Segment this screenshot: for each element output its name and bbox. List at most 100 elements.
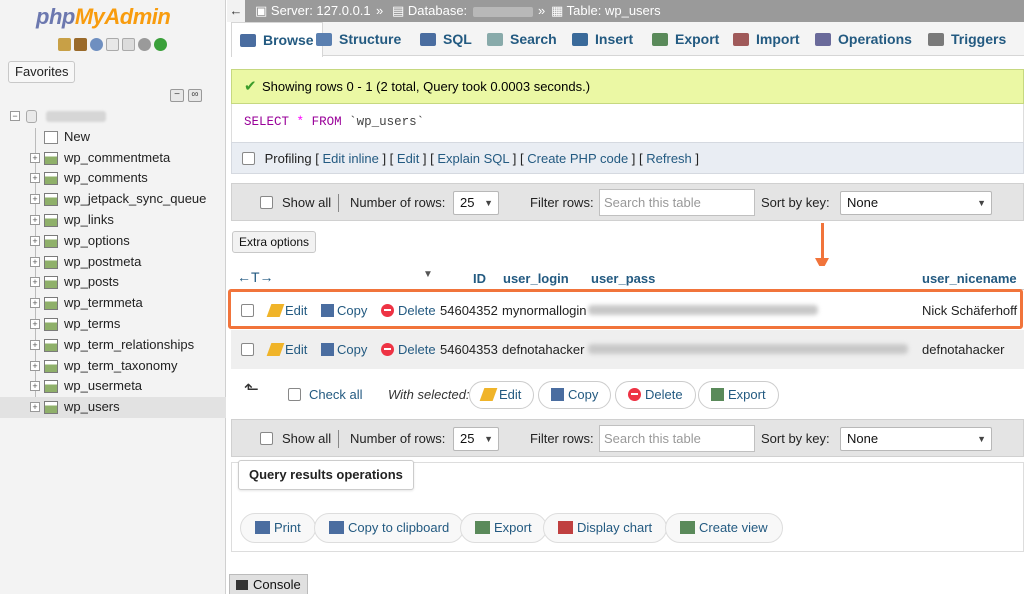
tab-insert[interactable]: Insert (572, 22, 633, 56)
sort-triangle-icon[interactable]: ▼ (423, 269, 433, 280)
display-chart-button[interactable]: Display chart (543, 513, 668, 543)
tree-table-item[interactable]: + wp_term_relationships (0, 335, 226, 356)
tree-table-item[interactable]: + wp_term_taxonomy (0, 356, 226, 377)
table-icon[interactable] (44, 401, 58, 415)
print-button[interactable]: Print (240, 513, 316, 543)
phpmyadmin-logo[interactable]: phpMyAdmin (36, 4, 171, 30)
profiling-link[interactable]: Create PHP code (527, 151, 628, 166)
bulk-delete-button[interactable]: Delete (615, 381, 696, 409)
column-header-id[interactable]: ID (473, 271, 486, 286)
number-of-rows-select[interactable]: 25 ▼ (453, 191, 499, 215)
bulk-copy-button[interactable]: Copy (538, 381, 612, 409)
tree-table-item[interactable]: + wp_links (0, 210, 226, 231)
show-all-checkbox[interactable] (260, 196, 273, 209)
tree-database[interactable]: − (0, 106, 226, 127)
column-header-user-pass[interactable]: user_pass (591, 271, 655, 286)
table-icon[interactable] (44, 359, 58, 373)
table-icon[interactable] (44, 338, 58, 352)
tree-table-item[interactable]: + wp_usermeta (0, 376, 226, 397)
number-of-rows-select[interactable]: 25 ▼ (453, 427, 499, 451)
filter-rows-input[interactable]: Search this table (599, 189, 755, 216)
tree-table-item[interactable]: + wp_termmeta (0, 293, 226, 314)
column-arrows-icon[interactable]: ←T→ (237, 269, 274, 285)
reload-icon[interactable] (154, 38, 167, 51)
check-all-checkbox[interactable] (288, 388, 301, 401)
expand-icon[interactable]: + (30, 214, 40, 225)
tree-table-item[interactable]: + wp_terms (0, 314, 226, 335)
document-icon[interactable] (106, 38, 119, 51)
expand-icon[interactable]: + (30, 194, 40, 205)
table-icon[interactable] (44, 317, 58, 331)
tree-table-item[interactable]: + wp_options (0, 231, 226, 252)
expand-icon[interactable]: + (30, 402, 40, 413)
table-icon[interactable] (44, 213, 58, 227)
expand-icon[interactable]: + (30, 339, 40, 350)
tab-operations[interactable]: Operations (815, 22, 912, 56)
row-delete-button[interactable]: Delete (381, 342, 436, 357)
tab-import[interactable]: Import (733, 22, 800, 56)
expand-icon[interactable]: + (30, 152, 40, 163)
expand-icon[interactable]: + (30, 360, 40, 371)
expand-icon[interactable]: + (30, 381, 40, 392)
row-checkbox[interactable] (241, 343, 254, 356)
table-icon[interactable] (44, 297, 58, 311)
docs-icon[interactable] (90, 38, 103, 51)
link-with-main-icon[interactable]: ∞ (188, 89, 202, 102)
expand-icon[interactable]: + (30, 298, 40, 309)
logout-icon[interactable] (74, 38, 87, 51)
tab-search[interactable]: Search (487, 22, 557, 56)
tab-browse[interactable]: Browse (231, 22, 323, 57)
tree-table-item[interactable]: + wp_commentmeta (0, 148, 226, 169)
expand-icon[interactable]: + (30, 277, 40, 288)
filter-rows-input[interactable]: Search this table (599, 425, 755, 452)
row-checkbox[interactable] (241, 304, 254, 317)
row-edit-button[interactable]: Edit (266, 342, 307, 357)
export-button[interactable]: Export (460, 513, 547, 543)
create-view-button[interactable]: Create view (665, 513, 783, 543)
back-arrow-icon[interactable]: ← (227, 0, 245, 22)
row-copy-button[interactable]: Copy (321, 303, 367, 318)
tree-table-item[interactable]: + wp_users (0, 397, 226, 418)
copy-to-clipboard-button[interactable]: Copy to clipboard (314, 513, 465, 543)
row-copy-button[interactable]: Copy (321, 342, 367, 357)
tab-structure[interactable]: Structure (316, 22, 401, 56)
tree-table-item[interactable]: + wp_jetpack_sync_queue (0, 189, 226, 210)
profiling-link[interactable]: Refresh (646, 151, 692, 166)
sql-query[interactable]: SELECT * FROM `wp_users` (244, 115, 424, 129)
table-icon[interactable] (44, 276, 58, 290)
profiling-link[interactable]: Edit inline (322, 151, 378, 166)
check-all-label[interactable]: Check all (309, 387, 362, 402)
home-icon[interactable] (58, 38, 71, 51)
sort-by-key-select[interactable]: None ▼ (840, 427, 992, 451)
expand-icon[interactable]: + (30, 318, 40, 329)
tab-triggers[interactable]: Triggers (928, 22, 1006, 56)
collapse-icon[interactable]: − (10, 111, 20, 121)
column-header-user-login[interactable]: user_login (503, 271, 569, 286)
table-icon[interactable] (44, 193, 58, 207)
row-delete-button[interactable]: Delete (381, 303, 436, 318)
table-icon[interactable] (44, 172, 58, 186)
tree-new-table[interactable]: New (0, 127, 226, 148)
expand-icon[interactable]: + (30, 235, 40, 246)
profiling-link[interactable]: Explain SQL (437, 151, 509, 166)
table-icon[interactable] (44, 151, 58, 165)
collapse-all-icon[interactable]: − (170, 89, 184, 102)
row-edit-button[interactable]: Edit (266, 303, 307, 318)
breadcrumb-database[interactable]: ▤ Database: (392, 0, 534, 22)
bulk-edit-button[interactable]: Edit (469, 381, 535, 409)
extra-options-button[interactable]: Extra options (232, 231, 317, 253)
favorites-button[interactable]: Favorites (8, 61, 76, 83)
tab-export[interactable]: Export (652, 22, 719, 56)
bulk-export-button[interactable]: Export (698, 381, 779, 409)
show-all-checkbox[interactable] (260, 432, 273, 445)
expand-icon[interactable]: + (30, 256, 40, 267)
sort-by-key-select[interactable]: None ▼ (840, 191, 992, 215)
breadcrumb-server[interactable]: ▣ Server: 127.0.0.1 (255, 0, 371, 22)
table-icon[interactable] (44, 234, 58, 248)
profiling-checkbox[interactable] (242, 152, 255, 165)
tree-table-item[interactable]: + wp_postmeta (0, 252, 226, 273)
settings-gear-icon[interactable] (138, 38, 151, 51)
tree-table-item[interactable]: + wp_posts (0, 272, 226, 293)
table-icon[interactable] (44, 255, 58, 269)
breadcrumb-table[interactable]: ▦ Table: wp_users (551, 0, 661, 22)
